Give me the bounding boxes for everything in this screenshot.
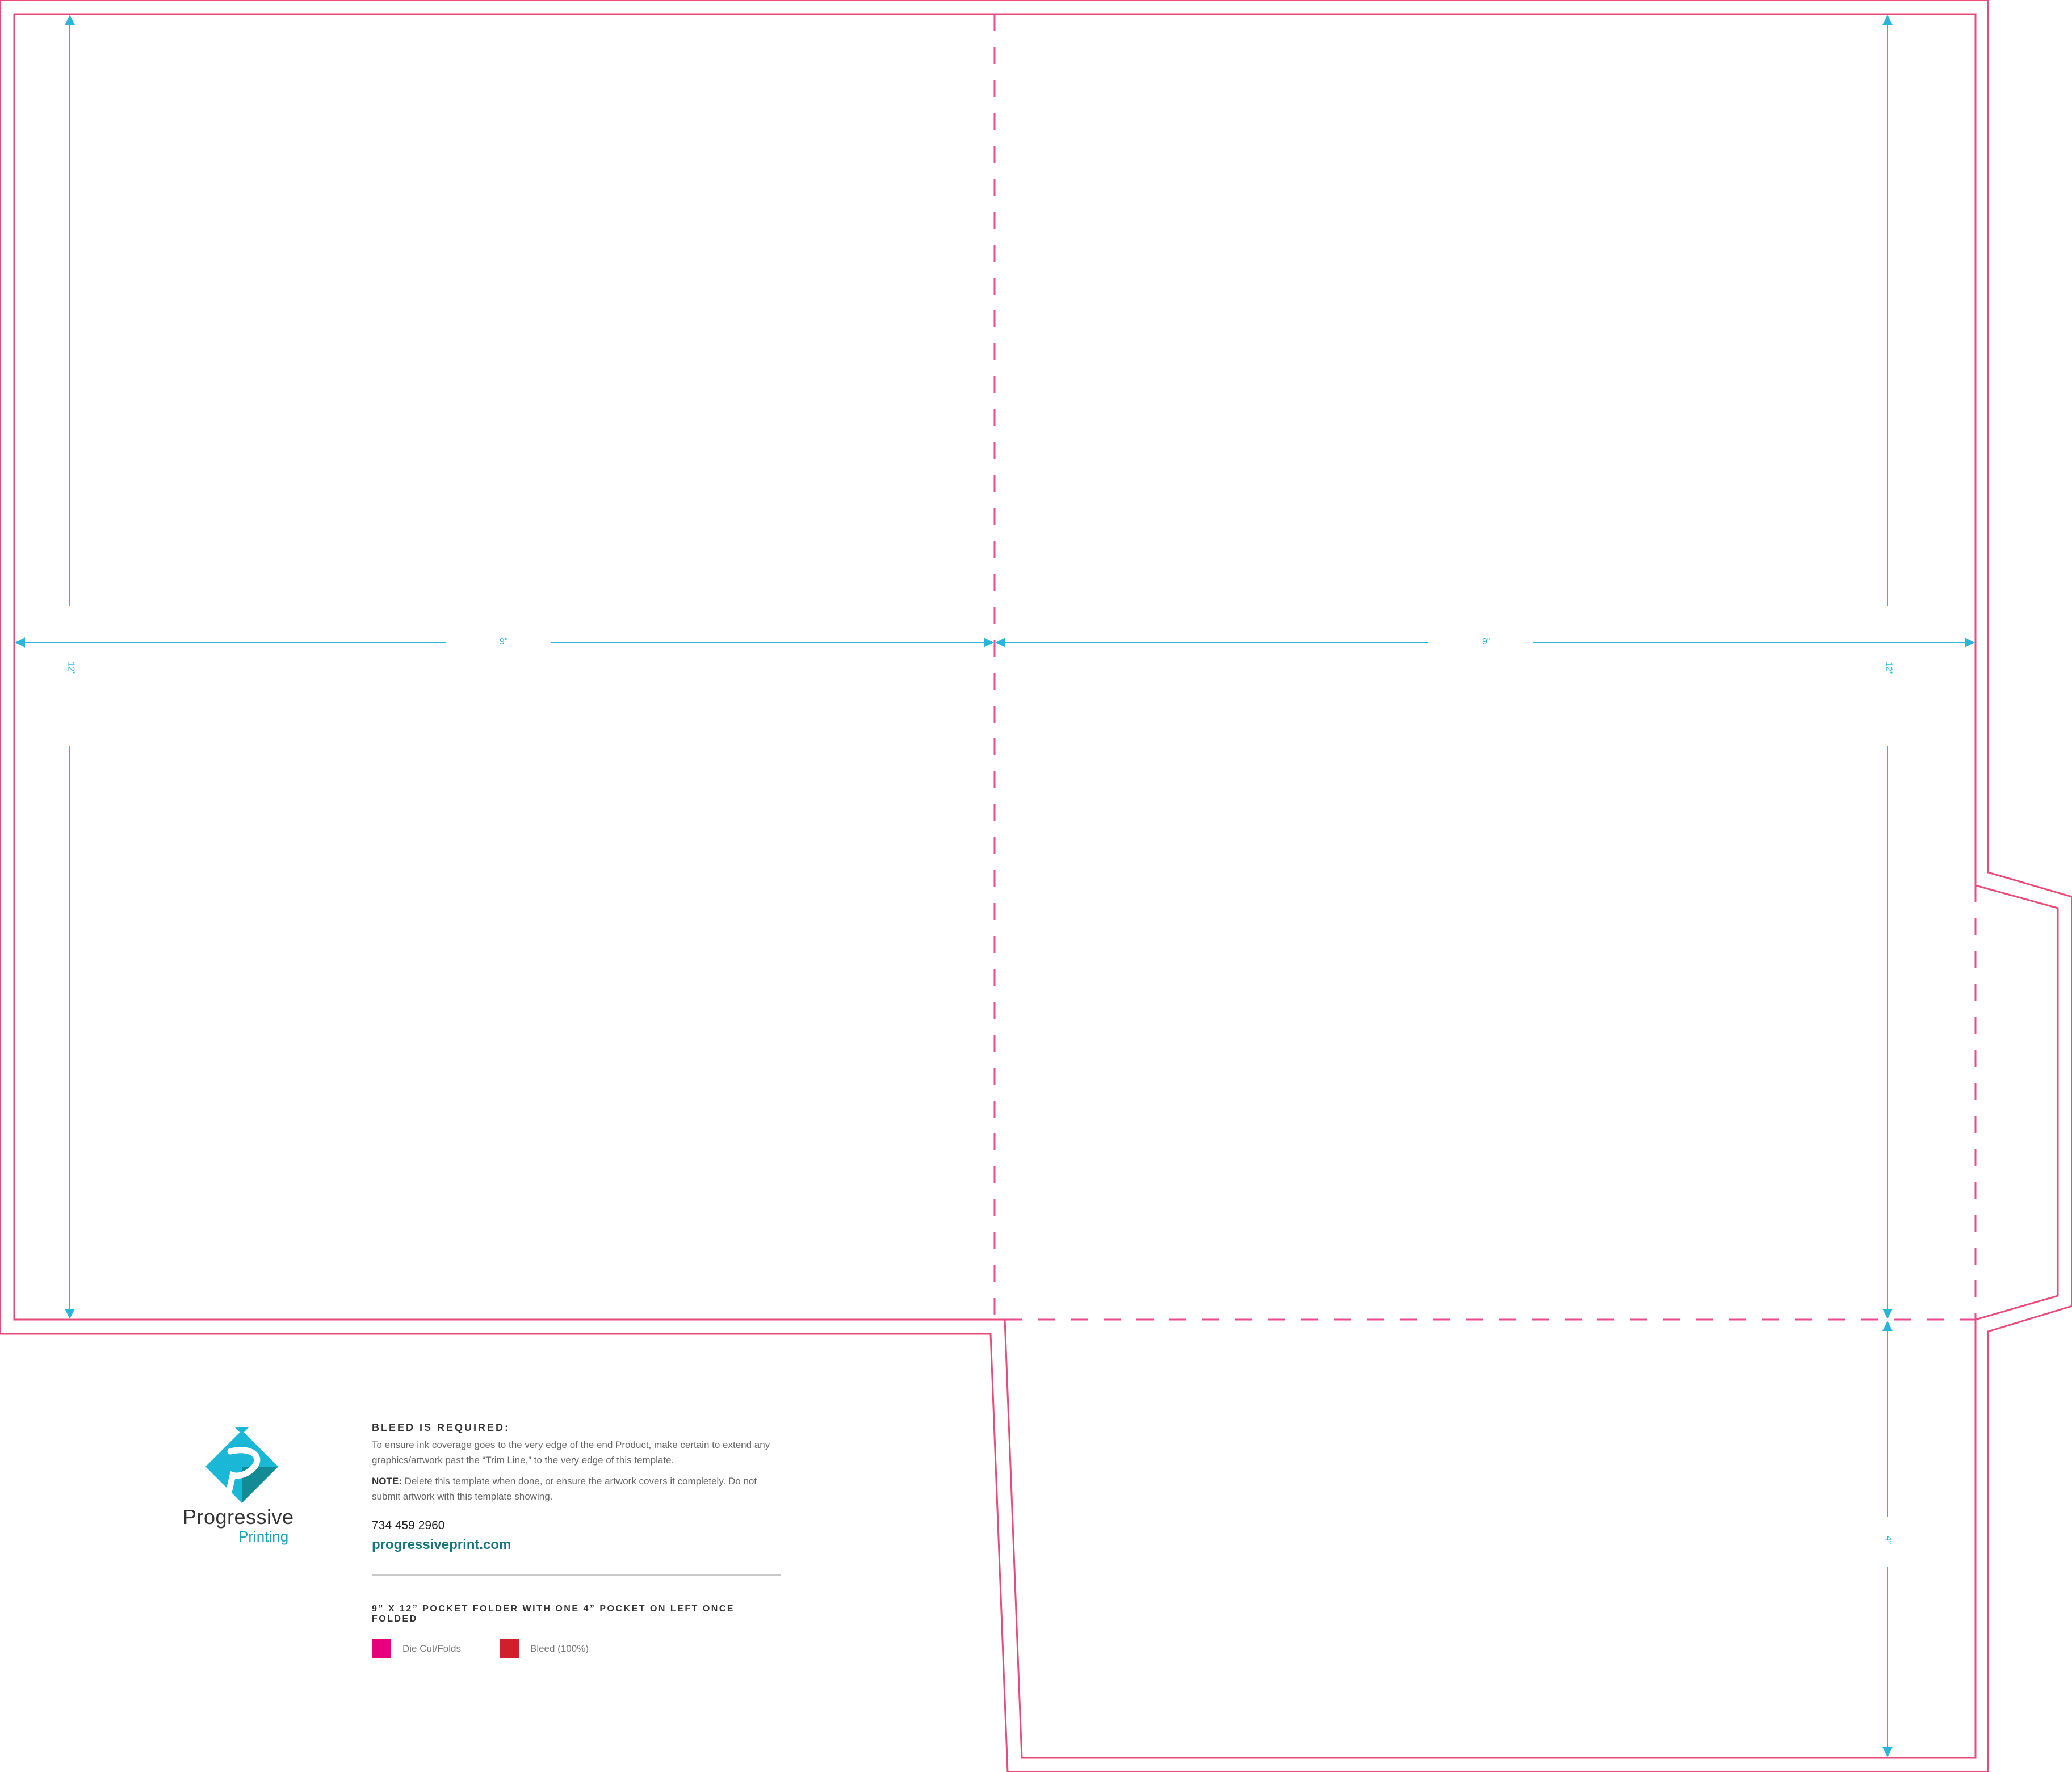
bleed-heading: BLEED IS REQUIRED: — [372, 1422, 510, 1433]
spec-title: 9” X 12” POCKET FOLDER WITH ONE 4” POCKE… — [372, 1604, 735, 1624]
info-block: BLEED IS REQUIRED: To ensure ink coverag… — [372, 1422, 781, 1658]
legend-label-die-cut: Die Cut/Folds — [402, 1643, 461, 1654]
folder-template-diagram — [0, 0, 2072, 1772]
legend-label-bleed: Bleed (100%) — [530, 1643, 589, 1654]
legend-item-bleed: Bleed (100%) — [499, 1639, 589, 1658]
dim-label-right-width: 9" — [1482, 637, 1491, 647]
note-label: NOTE: — [372, 1476, 402, 1487]
website-link[interactable]: progressiveprint.com — [372, 1537, 781, 1553]
dim-label-left-width: 9" — [500, 637, 508, 647]
die-cut-swatch — [372, 1639, 391, 1658]
phone-number: 734 459 2960 — [372, 1519, 445, 1532]
progressive-logo-icon — [205, 1427, 278, 1503]
bleed-swatch — [499, 1639, 519, 1658]
legend-item-die-cut: Die Cut/Folds — [372, 1639, 461, 1658]
dim-label-pocket-height: 4" — [1882, 1535, 1893, 1544]
bleed-outline — [0, 0, 2072, 1772]
legend: Die Cut/Folds Bleed (100%) — [372, 1639, 781, 1658]
dim-label-left-height: 12" — [65, 661, 76, 675]
note-paragraph: NOTE: Delete this template when done, or… — [372, 1473, 781, 1504]
divider — [372, 1574, 781, 1576]
bleed-text: To ensure ink coverage goes to the very … — [372, 1439, 770, 1466]
note-text: Delete this template when done, or ensur… — [372, 1476, 757, 1502]
logo-wordmark: Progressive — [183, 1505, 294, 1529]
trim-line — [13, 13, 2059, 1759]
logo-subline: Printing — [238, 1528, 289, 1545]
dim-label-right-height: 12" — [1883, 661, 1894, 675]
